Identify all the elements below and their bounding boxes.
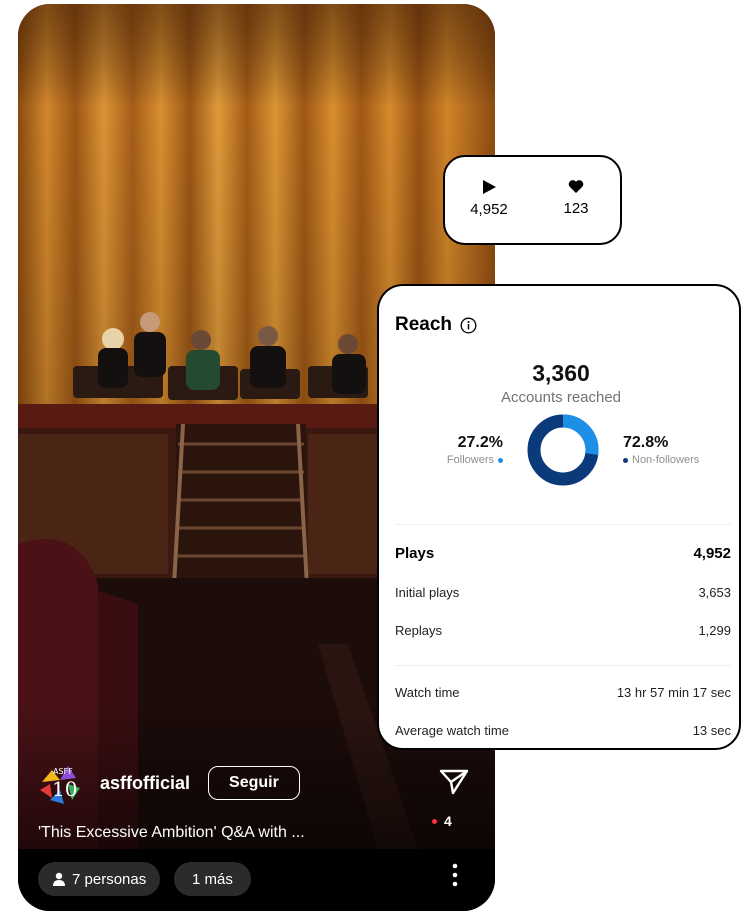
plays-stat: 4,952 <box>459 179 519 218</box>
followers-percent: 27.2% <box>457 434 503 451</box>
watch-time-value: 13 hr 57 min 17 sec <box>616 685 731 700</box>
replays-row: Replays 1,299 <box>395 623 731 638</box>
plays-row: Plays 4,952 <box>395 545 731 562</box>
followers-label: Followers <box>446 454 494 466</box>
send-icon[interactable] <box>438 766 470 798</box>
non-followers-percent: 72.8% <box>623 434 669 451</box>
notification-dot <box>432 819 437 824</box>
initial-plays-row: Initial plays 3,653 <box>395 585 731 600</box>
replays-value: 1,299 <box>698 623 731 638</box>
watch-time-label: Watch time <box>395 685 460 700</box>
reach-title-text: Reach <box>395 314 453 335</box>
reach-card: Reach 3,360 Accounts reached 27.2% Follo… <box>377 284 741 750</box>
follow-button[interactable]: Seguir <box>208 766 300 800</box>
asff-logo[interactable]: ASFF 10 <box>38 760 84 806</box>
plays-count: 4,952 <box>470 201 508 218</box>
watch-time-row: Watch time 13 hr 57 min 17 sec <box>395 685 731 700</box>
replays-label: Replays <box>395 623 442 638</box>
followers-share: 27.2% Followers <box>419 434 503 466</box>
more-options-icon[interactable] <box>450 862 460 888</box>
followers-legend-dot <box>498 457 503 463</box>
average-watch-time-label: Average watch time <box>395 723 509 738</box>
info-icon[interactable] <box>460 317 477 334</box>
account-username[interactable]: asffofficial <box>100 773 190 794</box>
likes-stat: 123 <box>546 179 606 217</box>
divider <box>395 665 731 666</box>
accounts-reached-value: 3,360 <box>532 360 590 386</box>
person-icon <box>53 872 65 886</box>
people-chip-label: 7 personas <box>72 870 147 888</box>
plays-value: 4,952 <box>693 545 731 562</box>
reach-title: Reach <box>395 314 477 336</box>
non-followers-legend-dot <box>623 457 628 463</box>
accounts-reached-label: Accounts reached <box>500 389 622 406</box>
stats-bubble: 4,952 123 <box>443 155 622 245</box>
account-row: ASFF 10 asffofficial Seguir <box>38 758 478 808</box>
average-watch-time-value: 13 sec <box>692 723 731 738</box>
initial-plays-value: 3,653 <box>698 585 731 600</box>
plays-label: Plays <box>395 545 435 562</box>
share-count: 4 <box>444 813 452 829</box>
likes-count: 123 <box>563 200 589 217</box>
heart-icon <box>568 180 584 193</box>
audience-donut-chart <box>527 414 599 486</box>
more-chip-label: 1 más <box>192 870 233 888</box>
divider <box>395 524 731 525</box>
non-followers-label: Non-followers <box>632 454 700 466</box>
play-icon <box>483 180 496 194</box>
svg-text:ASFF: ASFF <box>53 767 73 776</box>
reel-caption[interactable]: 'This Excessive Ambition' Q&A with ... <box>38 824 305 842</box>
people-chip[interactable]: 7 personas <box>38 862 161 896</box>
initial-plays-label: Initial plays <box>395 585 460 600</box>
more-chip[interactable]: 1 más <box>174 862 251 896</box>
average-watch-time-row: Average watch time 13 sec <box>395 723 731 738</box>
non-followers-share: 72.8% Non-followers <box>623 434 733 466</box>
svg-text:10: 10 <box>52 777 77 801</box>
